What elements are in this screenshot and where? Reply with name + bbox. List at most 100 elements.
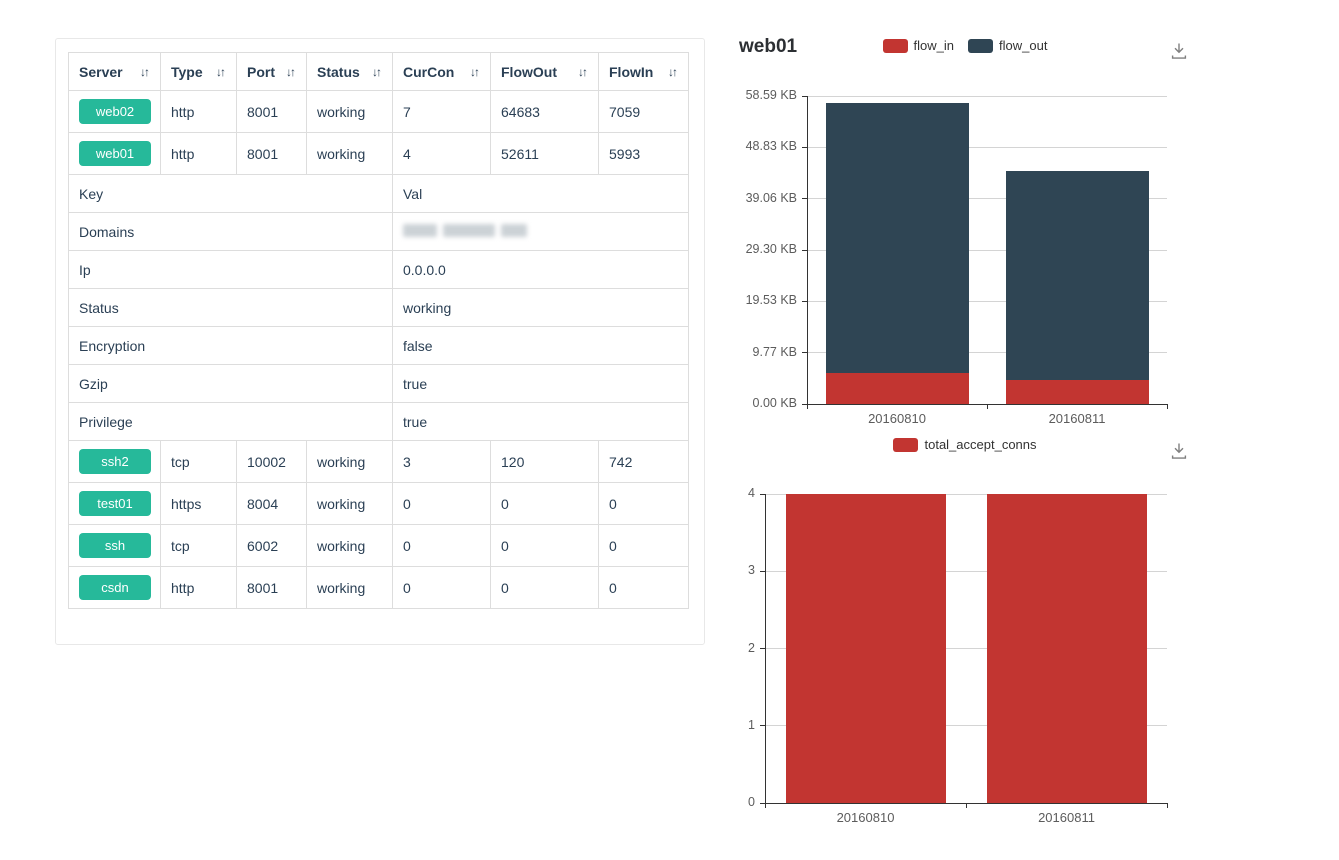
column-header-server[interactable]: Server ↓↑ (69, 53, 161, 91)
y-axis-label: 19.53 KB (717, 293, 797, 307)
bar-segment-flow_out (826, 103, 969, 373)
detail-val: false (393, 327, 689, 365)
sort-icon[interactable]: ↓↑ (470, 65, 480, 79)
legend-swatch (893, 438, 918, 452)
detail-row: Ip0.0.0.0 (69, 251, 689, 289)
cell-curcon: 0 (393, 525, 491, 567)
table-row: web01http8001working4526115993 (69, 133, 689, 175)
column-label: Status (317, 64, 360, 80)
legend-item-total_accept_conns[interactable]: total_accept_conns (893, 437, 1036, 452)
column-header-content: FlowOut ↓↑ (501, 64, 588, 80)
column-header-type[interactable]: Type ↓↑ (161, 53, 237, 91)
detail-key-header: Key (69, 175, 393, 213)
cell-port: 8001 (237, 91, 307, 133)
column-label: Server (79, 64, 123, 80)
column-header-content: CurCon ↓↑ (403, 64, 480, 80)
column-header-port[interactable]: Port ↓↑ (237, 53, 307, 91)
column-header-status[interactable]: Status ↓↑ (307, 53, 393, 91)
detail-val: 0.0.0.0 (393, 251, 689, 289)
legend-swatch (883, 39, 908, 53)
sort-icon[interactable]: ↓↑ (216, 65, 226, 79)
server-badge[interactable]: web01 (79, 141, 151, 166)
redaction-blob (501, 224, 527, 237)
detail-val (393, 213, 689, 251)
column-header-curcon[interactable]: CurCon ↓↑ (393, 53, 491, 91)
cell-port: 8004 (237, 483, 307, 525)
cell-status: working (307, 441, 393, 483)
column-label: Type (171, 64, 203, 80)
y-axis-label: 48.83 KB (717, 139, 797, 153)
detail-val: true (393, 403, 689, 441)
table-row: sshtcp6002working000 (69, 525, 689, 567)
server-badge[interactable]: ssh (79, 533, 151, 558)
sort-icon[interactable]: ↓↑ (578, 65, 588, 79)
cell-type: http (161, 133, 237, 175)
sort-icon[interactable]: ↓↑ (668, 65, 678, 79)
column-header-content: Server ↓↑ (79, 64, 150, 80)
table-header-row: Server↓↑Type↓↑Port↓↑Status↓↑CurCon↓↑Flow… (69, 53, 689, 91)
column-header-flowin[interactable]: FlowIn↓↑ (599, 53, 689, 91)
legend-item-flow_in[interactable]: flow_in (883, 38, 954, 53)
cell-type: tcp (161, 441, 237, 483)
cell-flowin: 7059 (599, 91, 689, 133)
bar-segment-flow_in (826, 373, 969, 404)
column-header-flowout[interactable]: FlowOut ↓↑ (491, 53, 599, 91)
column-label: CurCon (403, 64, 454, 80)
cell-status: working (307, 91, 393, 133)
table-row: ssh2tcp10002working3120742 (69, 441, 689, 483)
cell-curcon: 4 (393, 133, 491, 175)
y-axis-label: 3 (675, 563, 755, 577)
download-icon[interactable] (1168, 440, 1190, 462)
cell-type: http (161, 567, 237, 609)
cell-status: working (307, 133, 393, 175)
table-row: csdnhttp8001working000 (69, 567, 689, 609)
sort-icon[interactable]: ↓↑ (286, 65, 296, 79)
x-axis-tick (1167, 404, 1168, 409)
detail-row: Statusworking (69, 289, 689, 327)
x-axis-tick (987, 404, 988, 409)
y-axis-line (765, 494, 766, 803)
x-axis-tick (765, 803, 766, 808)
redaction-blob (443, 224, 495, 237)
detail-key: Status (69, 289, 393, 327)
cell-port: 8001 (237, 567, 307, 609)
cell-curcon: 0 (393, 567, 491, 609)
server-badge[interactable]: csdn (79, 575, 151, 600)
column-header-content: FlowIn↓↑ (609, 64, 678, 80)
detail-val-header: Val (393, 175, 689, 213)
y-axis-label: 39.06 KB (717, 191, 797, 205)
detail-key: Encryption (69, 327, 393, 365)
sort-icon[interactable]: ↓↑ (372, 65, 382, 79)
detail-key: Domains (69, 213, 393, 251)
y-axis-label: 4 (675, 486, 755, 500)
column-header-content: Status ↓↑ (317, 64, 382, 80)
server-badge[interactable]: web02 (79, 99, 151, 124)
y-axis-label: 0.00 KB (717, 396, 797, 410)
server-table: Server↓↑Type↓↑Port↓↑Status↓↑CurCon↓↑Flow… (68, 52, 689, 609)
cell-status: working (307, 567, 393, 609)
cell-curcon: 7 (393, 91, 491, 133)
download-icon[interactable] (1168, 40, 1190, 62)
cell-server: web01 (69, 133, 161, 175)
cell-port: 6002 (237, 525, 307, 567)
cell-flowout: 120 (491, 441, 599, 483)
y-axis-label: 9.77 KB (717, 345, 797, 359)
legend-item-flow_out[interactable]: flow_out (968, 38, 1047, 53)
column-label: Port (247, 64, 275, 80)
y-axis-label: 1 (675, 718, 755, 732)
detail-key: Privilege (69, 403, 393, 441)
sort-icon[interactable]: ↓↑ (140, 65, 150, 79)
column-label: FlowOut (501, 64, 557, 80)
redaction-blob (403, 224, 437, 237)
detail-row: Encryptionfalse (69, 327, 689, 365)
server-badge[interactable]: ssh2 (79, 449, 151, 474)
table-row: web02http8001working7646837059 (69, 91, 689, 133)
cell-server: web02 (69, 91, 161, 133)
server-badge[interactable]: test01 (79, 491, 151, 516)
server-table-card: Server↓↑Type↓↑Port↓↑Status↓↑CurCon↓↑Flow… (55, 38, 705, 645)
bar-segment-total_accept_conns (987, 494, 1147, 803)
detail-key: Ip (69, 251, 393, 289)
detail-row: Domains (69, 213, 689, 251)
cell-status: working (307, 525, 393, 567)
cell-flowout: 0 (491, 525, 599, 567)
